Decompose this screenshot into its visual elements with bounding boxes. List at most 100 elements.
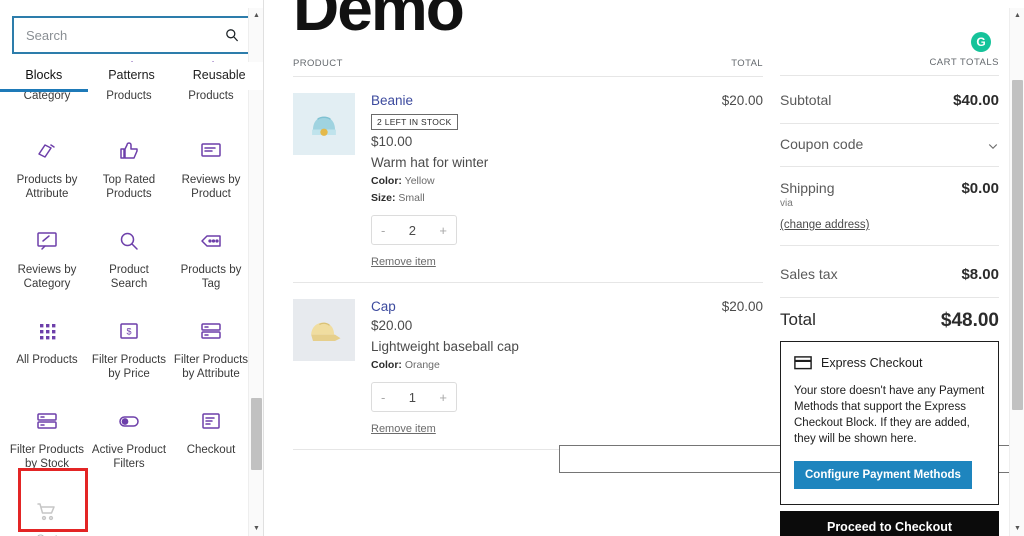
express-checkout-header: Express Checkout — [794, 356, 985, 370]
block-item-filter-products-by-attribute[interactable]: Filter Products by Attribute — [170, 304, 252, 394]
cart-item-body: Beanie $20.00 2 LEFT IN STOCK $10.00 Warm ha… — [371, 93, 763, 268]
remove-item-link[interactable]: Remove item — [371, 423, 436, 435]
tab-patterns[interactable]: Patterns — [88, 62, 176, 90]
inserter-tabs: Blocks Patterns Reusable — [0, 62, 263, 92]
subtotal-value: $40.00 — [953, 92, 999, 109]
totals-row-coupon[interactable]: Coupon code — [780, 122, 999, 167]
tab-reusable[interactable]: Reusable — [175, 62, 263, 90]
item-variation: Color: Yellow — [371, 175, 435, 187]
change-address-link[interactable]: (change address) — [780, 219, 870, 231]
block-item-label: Reviews by Category — [17, 264, 77, 290]
attribute-filter-icon — [198, 318, 224, 344]
block-grid-scroll: Category Products Products Products by Att… — [0, 40, 258, 536]
stock-badge: 2 LEFT IN STOCK — [371, 114, 458, 130]
quantity-stepper[interactable]: - 1 + — [371, 382, 457, 412]
remove-item-link[interactable]: Remove item — [371, 256, 436, 268]
block-item-reviews-by-product[interactable]: Reviews by Product — [170, 124, 252, 214]
sales-tax-value: $8.00 — [961, 266, 999, 283]
tab-blocks[interactable]: Blocks — [0, 62, 88, 92]
block-item-all-products[interactable]: All Products — [6, 304, 88, 394]
product-name-link[interactable]: Beanie — [371, 93, 413, 108]
block-item-cart[interactable]: Cart — [6, 484, 88, 536]
scroll-down-arrow[interactable]: ▼ — [249, 521, 263, 536]
totals-row-subtotal: Subtotal $40.00 — [780, 78, 999, 124]
quantity-value: 2 — [408, 222, 416, 238]
block-item-label: Filter Products by Price — [91, 354, 167, 380]
block-item-filter-products-by-price[interactable]: $ Filter Products by Price — [88, 304, 170, 394]
tag-icon — [198, 228, 224, 254]
item-variation: Color: Orange — [371, 359, 440, 371]
block-item-label: Products by Attribute — [16, 174, 78, 200]
item-variation: Size: Small — [371, 192, 425, 204]
quantity-decrement-button[interactable]: - — [381, 390, 385, 405]
block-grid: Products by Attribute Top Rated Products R… — [0, 124, 258, 536]
cart-totals-heading: CART TOTALS — [780, 57, 999, 76]
block-item-product-search[interactable]: Product Search — [88, 214, 170, 304]
cart-icon — [34, 498, 60, 524]
shipping-via: via — [780, 198, 793, 209]
configure-payment-methods-button[interactable]: Configure Payment Methods — [794, 461, 972, 489]
scroll-up-arrow[interactable]: ▲ — [249, 8, 263, 23]
block-item-label: Filter Products by Stock — [9, 444, 85, 470]
credit-card-icon — [794, 356, 812, 370]
shipping-value: $0.00 — [961, 180, 999, 197]
block-item-filter-products-by-stock[interactable]: Filter Products by Stock — [6, 394, 88, 484]
block-item-label: Products — [188, 90, 234, 102]
editor-window: CategoryProductsProducts Products by Att… — [0, 0, 1024, 536]
page-title[interactable]: Demo — [293, 0, 465, 40]
review-category-icon — [34, 228, 60, 254]
cart-line-items: PRODUCT TOTAL Beanie $20.00 2 LEFT IN STOC… — [293, 58, 763, 450]
grid-dots-icon — [34, 318, 60, 344]
canvas-scrollbar[interactable]: ▲ ▼ — [1009, 8, 1024, 536]
block-item-active-product-filters[interactable]: Active Product Filters — [88, 394, 170, 484]
block-item-label: Checkout — [186, 444, 236, 456]
cart-totals-panel: G CART TOTALS Subtotal $40.00 Coupon cod… — [770, 0, 1009, 536]
product-name-link[interactable]: Cap — [371, 299, 396, 314]
express-checkout-message: Your store doesn't have any Payment Meth… — [794, 385, 985, 445]
quantity-increment-button[interactable]: + — [439, 390, 447, 405]
product-description: Warm hat for winter — [371, 155, 489, 170]
cart-item-top: Beanie $20.00 — [371, 93, 763, 108]
proceed-to-checkout-button[interactable]: Proceed to Checkout — [780, 511, 999, 536]
quantity-increment-button[interactable]: + — [439, 223, 447, 238]
total-label: Total — [780, 310, 816, 329]
totals-row-sales-tax: Sales tax $8.00 — [780, 252, 999, 298]
block-item-products-by-tag[interactable]: Products by Tag — [170, 214, 252, 304]
canvas-scroll-down-arrow[interactable]: ▼ — [1010, 521, 1024, 536]
subtotal-label: Subtotal — [780, 92, 832, 108]
block-item-label: Product Search — [109, 264, 149, 290]
block-item-label: Active Product Filters — [91, 444, 167, 470]
block-item-label: All Products — [16, 354, 78, 366]
attribute-icon — [34, 138, 60, 164]
svg-text:$: $ — [126, 327, 131, 337]
inserter-scroll-thumb[interactable] — [251, 398, 262, 470]
cart-item-body: Cap $20.00 $20.00 Lightweight baseball cap C… — [371, 299, 763, 435]
totals-row-shipping: Shipping via $0.00 (change address) — [780, 166, 999, 246]
express-checkout-title: Express Checkout — [821, 356, 923, 370]
quantity-decrement-button[interactable]: - — [381, 223, 385, 238]
quantity-stepper[interactable]: - 2 + — [371, 215, 457, 245]
block-item-reviews-by-category[interactable]: Reviews by Category — [6, 214, 88, 304]
cap-thumbnail[interactable] — [293, 299, 355, 361]
beanie-thumbnail[interactable] — [293, 93, 355, 155]
unit-price: $20.00 — [371, 318, 413, 333]
totals-row-total: Total $48.00 — [780, 296, 999, 346]
product-description: Lightweight baseball cap — [371, 339, 519, 354]
toggle-icon — [116, 408, 142, 434]
coupon-code-label[interactable]: Coupon code — [780, 136, 863, 152]
shipping-label: Shipping — [780, 180, 835, 196]
chevron-down-icon[interactable] — [987, 140, 999, 152]
canvas-scroll-up-arrow[interactable]: ▲ — [1010, 8, 1024, 23]
block-item-checkout[interactable]: Checkout — [170, 394, 252, 484]
column-header-total: TOTAL — [731, 58, 763, 69]
grammarly-icon[interactable]: G — [971, 32, 991, 52]
canvas-scroll-thumb[interactable] — [1012, 80, 1023, 410]
block-item-products-by-attribute[interactable]: Products by Attribute — [6, 124, 88, 214]
total-value: $48.00 — [940, 310, 999, 331]
cart-item-row: Beanie $20.00 2 LEFT IN STOCK $10.00 Warm ha… — [293, 77, 763, 283]
block-item-label: Products — [106, 90, 152, 102]
search-icon — [116, 228, 142, 254]
block-item-top-rated-products[interactable]: Top Rated Products — [88, 124, 170, 214]
block-inserter-panel: CategoryProductsProducts Products by Att… — [0, 0, 264, 536]
block-item-label: Reviews by Product — [181, 174, 241, 200]
